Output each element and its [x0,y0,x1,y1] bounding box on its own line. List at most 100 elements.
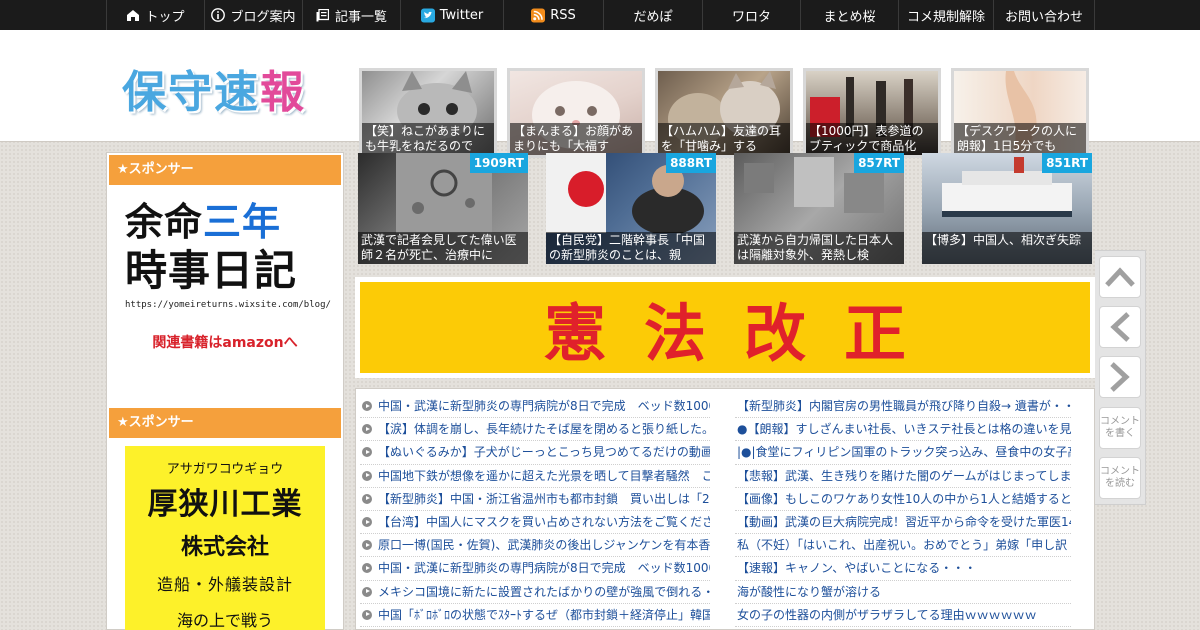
link-text: 女の子の性器の内側がザラザラしてる理由ｗｗｗｗｗｗ [737,607,1037,622]
sponsor-heading-2: ★スポンサー [109,408,341,438]
ad1-url: https://yomeireturns.wixsite.com/blog/ [125,300,331,310]
antenna-link-list: 中国・武漢に新型肺炎の専門病院が8日で完成 ベッド数1000床 【涙】体調を崩し… [355,388,1095,630]
read-comment-label-2: を読む [1105,478,1135,489]
nav-home-label: トップ [145,9,185,25]
rt-thumb-caption: 【自民党】二階幹事長「中国の新型肺炎のことは、親 [546,232,716,264]
list-item[interactable]: 【新型肺炎】中国・浙江省温州市も都市封鎖 買い出しは「2日 [360,488,710,511]
retweet-count-badge: 888RT [666,153,716,173]
list-item[interactable]: メキシコ国境に新たに設置されたばかりの壁が強風で倒れる・・ [360,581,710,604]
nav-contact[interactable]: お問い合わせ [993,0,1095,30]
link-text: 原口一博(国民・佐賀)、武漢肺炎の後出しジャンケンを有本香に [378,538,710,553]
sponsor-heading-1: ★スポンサー [109,155,341,185]
ad2-description: 造船・外艤装設計 [156,575,293,594]
nav-blog-guide-label: ブログ案内 [230,9,296,25]
ad-asagawa-kogyo[interactable]: アサガワコウギョウ 厚狭川工業 株式会社 造船・外艤装設計 海の上で戦う [125,446,325,630]
link-text: メキシコ国境に新たに設置されたばかりの壁が強風で倒れる・・ [378,584,710,599]
list-item[interactable]: 【画像】もしこのワケあり女性10人の中から1人と結婚するとし [735,488,1071,511]
header-thumb-caption: 【笑】ねこがあまりにも牛乳をねだるので [362,123,494,155]
previous-button[interactable] [1099,306,1141,348]
retweet-count-badge: 1909RT [469,153,528,173]
list-item[interactable]: 原口一博(国民・佐賀)、武漢肺炎の後出しジャンケンを有本香に [360,534,710,558]
link-text: 【ぬいぐるみか】子犬がじーっとこっち見つめてるだけの動画 [378,445,710,460]
play-bullet-icon [362,493,372,504]
write-comment-button[interactable]: コメント を書く [1099,407,1141,449]
ad2-slogan: 海の上で戦う [176,611,273,630]
ad-yomei-sannen[interactable]: 余命三年 時事日記 https://yomeireturns.wixsite.c… [125,199,331,389]
header-thumb-2[interactable]: 【まんまる】お顔があまりにも「大福す [507,68,645,158]
nav-article-list[interactable]: 記事一覧 [302,0,400,30]
nav-warota[interactable]: ワロタ [702,0,800,30]
list-item[interactable]: 【涙】体調を崩し、長年続けたそば屋を閉めると張り紙した。 [360,418,710,442]
ad1-title-line1: 余命三年 [125,199,325,245]
list-item[interactable]: 【速報】キャノン、やばいことになる・・・ [735,557,1071,581]
link-column-right: 【新型肺炎】内閣官房の男性職員が飛び降り自殺→ 遺書が・・・ ●【朗報】すしざん… [735,395,1071,627]
site-logo[interactable]: 保守速報 [122,56,306,120]
ad1-amazon-link[interactable]: 関連書籍はamazonへ [125,332,325,352]
play-bullet-icon [362,401,372,412]
list-item[interactable]: ●【朗報】すしざんまい社長、いきステ社長とは格の違いを見せ [735,418,1071,442]
rt-thumb-caption: 【博多】中国人、相次ぎ失踪 [922,232,1092,264]
list-item[interactable]: 中国・武漢に新型肺炎の専門病院が8日で完成 ベッド数1000床 [360,395,710,419]
read-comment-button[interactable]: コメント を読む [1099,457,1141,499]
read-comment-label-1: コメント [1100,466,1140,477]
list-item[interactable]: 中国地下鉄が想像を遥かに超えた光景を晒して目撃者騒然 こ [360,465,710,488]
play-bullet-icon [362,517,372,528]
rt-thumb-1[interactable]: 1909RT 武漢で記者会見してた偉い医師２名が死亡、治療中に [358,153,528,264]
list-item[interactable]: 【台湾】中国人にマスクを買い占めされない方法をご覧ください [360,511,710,535]
header-thumb-4[interactable]: 【1000円】表参道のブティックで商品化 [803,68,941,158]
link-text: 中国「ﾎﾞﾛﾎﾞﾛの状態でｽﾀｰﾄするぜ（都市封鎖＋経済停止」韓国 [378,607,710,622]
rt-thumb-caption: 武漢で記者会見してた偉い医師２名が死亡、治療中に [358,232,528,264]
twitter-icon [420,8,435,22]
list-item[interactable]: 女の子の性器の内側がザラザラしてる理由ｗｗｗｗｗｗ [735,604,1071,627]
nav-rss[interactable]: RSS [503,0,603,30]
link-text: 【台湾】中国人にマスクを買い占めされない方法をご覧ください [378,515,710,530]
nav-twitter[interactable]: Twitter [400,0,503,30]
list-item[interactable]: 中国・武漢に新型肺炎の専門病院が8日で完成 ベッド数1000床 [360,557,710,581]
list-item[interactable]: 【動画】武漢の巨大病院完成！習近平から命令を受けた軍医14 [735,511,1071,535]
link-text: 【悲報】武漢、生き残りを賭けた闇のゲームがはじまってしまう [737,468,1071,483]
nav-blog-guide[interactable]: ブログ案内 [204,0,302,30]
nav-matome-sakura[interactable]: まとめ桜 [800,0,898,30]
retweet-count-badge: 857RT [854,153,904,173]
next-button[interactable] [1099,356,1141,398]
nav-contact-label: お問い合わせ [1004,9,1083,25]
play-bullet-icon [362,563,372,574]
link-text: 【涙】体調を崩し、長年続けたそば屋を閉めると張り紙した。 [378,422,710,437]
list-item[interactable]: 【新型肺炎】内閣官房の男性職員が飛び降り自殺→ 遺書が・・・ [735,395,1071,419]
link-text: 【新型肺炎】内閣官房の男性職員が飛び降り自殺→ 遺書が・・・ [737,399,1071,414]
sidebar: ★スポンサー 余命三年 時事日記 https://yomeireturns.wi… [106,152,344,630]
banner-container: 憲法改正 [355,277,1095,378]
nav-damepo[interactable]: だめぽ [603,0,702,30]
list-item[interactable]: 中国「ﾎﾞﾛﾎﾞﾛの状態でｽﾀｰﾄするぜ（都市封鎖＋経済停止」韓国 [360,604,710,627]
ad1-title-line2: 時事日記 [125,246,298,295]
play-bullet-icon [362,609,372,620]
list-item[interactable]: 海が酸性になり蟹が溶ける [735,581,1071,604]
nav-matome-sakura-label: まとめ桜 [823,9,876,25]
top-navigation-bar: トップ ブログ案内 記事一覧 Twitter RSS だめぽ ワロタ まとめ桜 … [0,0,1200,30]
nav-comment-unblock-label: コメ規制解除 [906,9,985,25]
list-icon [316,8,330,22]
link-text: 【速報】キャノン、やばいことになる・・・ [737,561,977,576]
header-thumb-5[interactable]: 【デスクワークの人に朗報】1日5分でも [951,68,1089,158]
scroll-top-button[interactable] [1099,256,1141,298]
header-thumb-caption: 【まんまる】お顔があまりにも「大福す [510,123,642,155]
rt-thumb-2[interactable]: 888RT 【自民党】二階幹事長「中国の新型肺炎のことは、親 [546,153,716,264]
nav-warota-label: ワロタ [731,9,771,25]
list-item[interactable]: 私（不妊）「はいこれ、出産祝い。おめでとう」弟嫁「申し訳 [735,534,1071,558]
link-text: 中国・武漢に新型肺炎の専門病院が8日で完成 ベッド数1000床 [378,399,710,414]
list-item[interactable]: 【ぬいぐるみか】子犬がじーっとこっち見つめてるだけの動画 [360,441,710,465]
rt-thumb-3[interactable]: 857RT 武漢から自力帰国した日本人は隔離対象外、発熱し検 [734,153,904,264]
rt-thumb-4[interactable]: 851RT 【博多】中国人、相次ぎ失踪 [922,153,1092,264]
list-item[interactable]: 【悲報】武漢、生き残りを賭けた闇のゲームがはじまってしまう [735,465,1071,488]
list-item[interactable]: |●|食堂にフィリピン国軍のトラック突っ込み、昼食中の女子高 [735,441,1071,465]
nav-comment-unblock[interactable]: コメ規制解除 [898,0,993,30]
link-text: 中国・武漢に新型肺炎の専門病院が8日で完成 ベッド数1000床 [378,561,710,576]
kenpou-kaisei-banner[interactable]: 憲法改正 [360,282,1090,373]
header-thumb-3[interactable]: 【ハムハム】友達の耳を「甘噛み」する [655,68,793,158]
ad1-title-a: 余命 [125,200,204,244]
site-header: 保守速報 【笑】ねこがあまりにも牛乳をねだるので 【まんまる】お顔があまりにも「… [0,30,1200,158]
nav-home[interactable]: トップ [106,0,204,30]
banner-text: 憲法改正 [543,296,944,370]
link-text: 海が酸性になり蟹が溶ける [737,584,882,599]
header-thumb-1[interactable]: 【笑】ねこがあまりにも牛乳をねだるので [359,68,497,158]
